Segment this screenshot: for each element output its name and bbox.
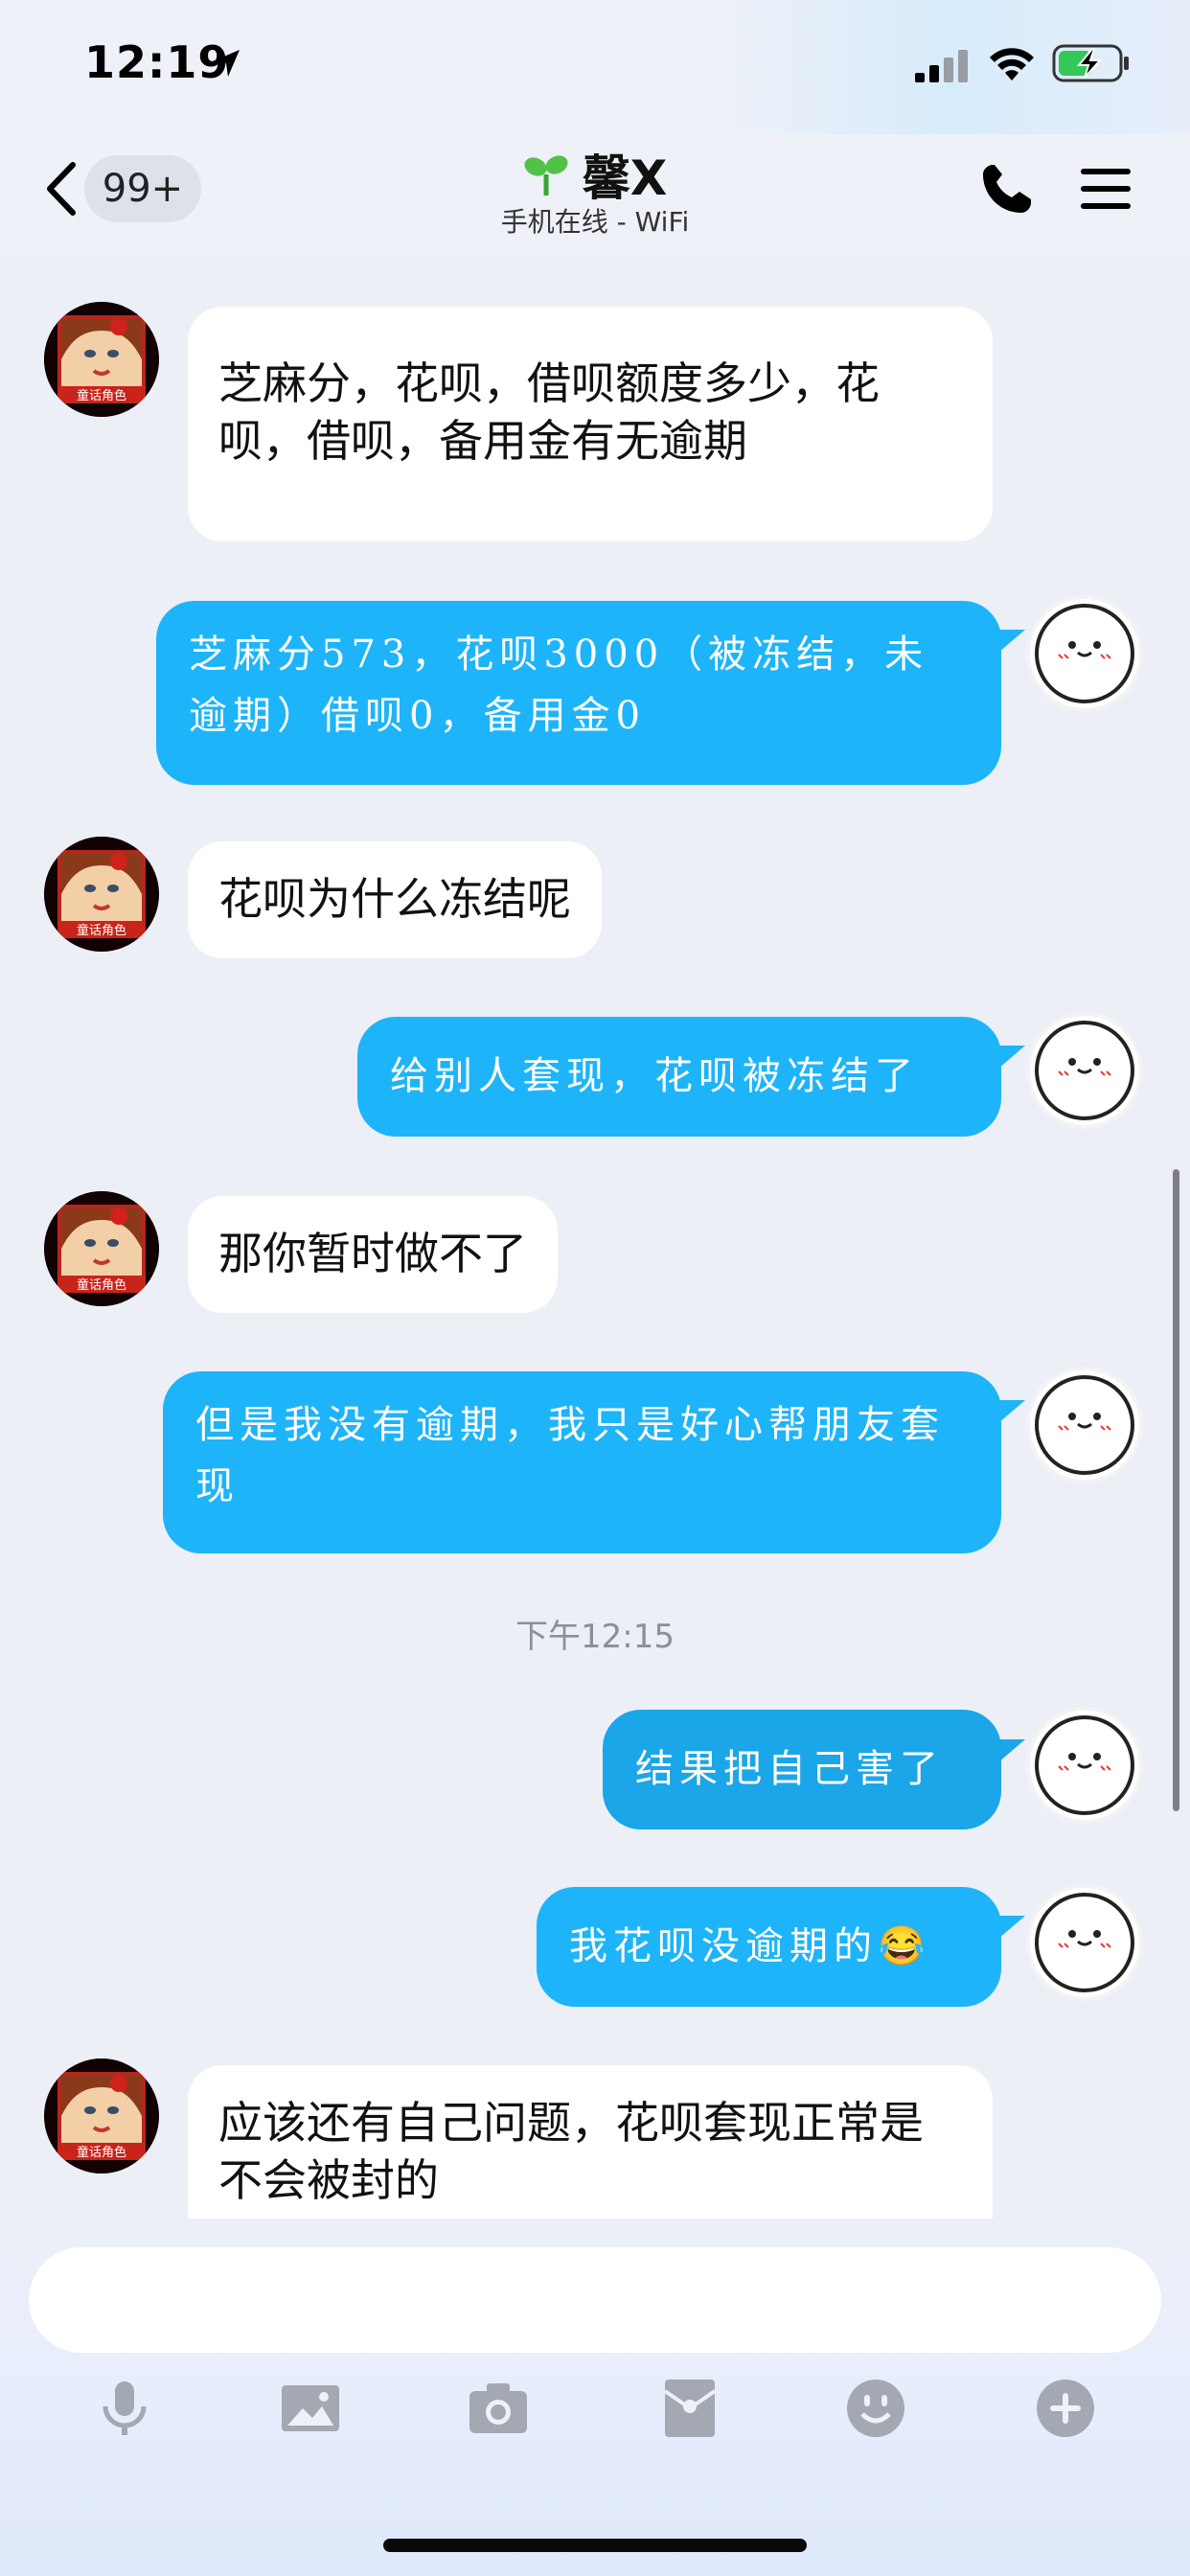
status-time: 12:19 [84,36,230,88]
bubble-tail [998,1739,1025,1762]
avatar-image [1035,1715,1134,1815]
bubble-tail [998,1916,1025,1939]
svg-text:童话角色: 童话角色 [77,923,126,938]
status-bar: 12:19 [0,0,1190,134]
svg-text:童话角色: 童话角色 [77,388,126,403]
svg-text:童话角色: 童话角色 [77,2145,126,2160]
camera-icon[interactable] [468,2378,529,2439]
laughing-tears-emoji: 😂 [878,1924,926,1968]
message-bubble-incoming[interactable]: 花呗为什么冻结呢 [188,841,602,958]
plus-icon[interactable] [1035,2378,1096,2439]
message-bubble-incoming[interactable]: 那你暂时做不了 [188,1196,558,1313]
avatar-image: 童话角色 [44,1191,159,1306]
phone-icon[interactable] [979,161,1035,217]
message-bubble-outgoing[interactable]: 给别人套现，花呗被冻结了 [357,1017,1001,1137]
contact-avatar[interactable]: 童话角色 [44,2058,159,2174]
contact-avatar[interactable]: 童话角色 [44,1191,159,1306]
message-timestamp: 下午12:15 [515,1618,675,1656]
my-avatar[interactable] [1030,1370,1139,1480]
message-bubble-incoming[interactable]: 应该还有自己问题，花呗套现正常是不会被封的 [188,2065,993,2219]
contact-avatar[interactable]: 童话角色 [44,302,159,417]
scrollbar[interactable] [1173,1169,1179,1811]
message-bubble-outgoing[interactable]: 我花呗没逾期的😂 [537,1887,1001,2007]
bubble-tail [998,1046,1025,1069]
emoji-icon[interactable] [845,2378,906,2439]
microphone-icon[interactable] [94,2378,155,2439]
chat-header: 99+ 馨X 手机在线 - WiFi [0,134,1190,254]
message-bubble-outgoing[interactable]: 但是我没有逾期，我只是好心帮朋友套现 [163,1371,1001,1553]
wifi-icon [990,48,1034,80]
avatar-image [1035,604,1134,703]
avatar-image: 童话角色 [44,2058,159,2174]
svg-text:童话角色: 童话角色 [77,1277,126,1293]
message-list[interactable]: 童话角色 芝麻分，花呗，借呗额度多少，花呗，借呗，备用金有无逾期 芝麻分573，… [0,254,1190,2219]
message-bubble-outgoing[interactable]: 芝麻分573，花呗3000（被冻结，未逾期）借呗0，备用金0 [156,601,1001,785]
home-indicator[interactable] [383,2539,807,2552]
bubble-tail [998,1400,1025,1423]
location-arrow-icon [213,50,240,77]
composer [0,2219,1190,2576]
avatar-image [1035,1021,1134,1120]
battery-charging-icon [1052,44,1129,82]
message-text: 我花呗没逾期的 [569,1924,878,1968]
my-avatar[interactable] [1030,1711,1139,1820]
contact-avatar[interactable]: 童话角色 [44,837,159,952]
my-avatar[interactable] [1030,599,1139,708]
cellular-signal-icon [915,50,968,82]
my-avatar[interactable] [1030,1888,1139,1997]
avatar-image: 童话角色 [44,302,159,417]
message-bubble-outgoing[interactable]: 结果把自己害了 [603,1710,1001,1829]
avatar-image: 童话角色 [44,837,159,952]
hamburger-menu-icon[interactable] [1079,165,1133,213]
avatar-image [1035,1375,1134,1475]
message-bubble-incoming[interactable]: 芝麻分，花呗，借呗额度多少，花呗，借呗，备用金有无逾期 [188,307,993,541]
contact-name: 馨X [582,150,668,206]
message-input[interactable] [29,2247,1161,2353]
red-packet-icon[interactable] [659,2378,721,2439]
sprout-icon [524,155,568,196]
bubble-tail [998,630,1025,653]
my-avatar[interactable] [1030,1016,1139,1125]
avatar-image [1035,1893,1134,1992]
image-icon[interactable] [280,2378,341,2439]
